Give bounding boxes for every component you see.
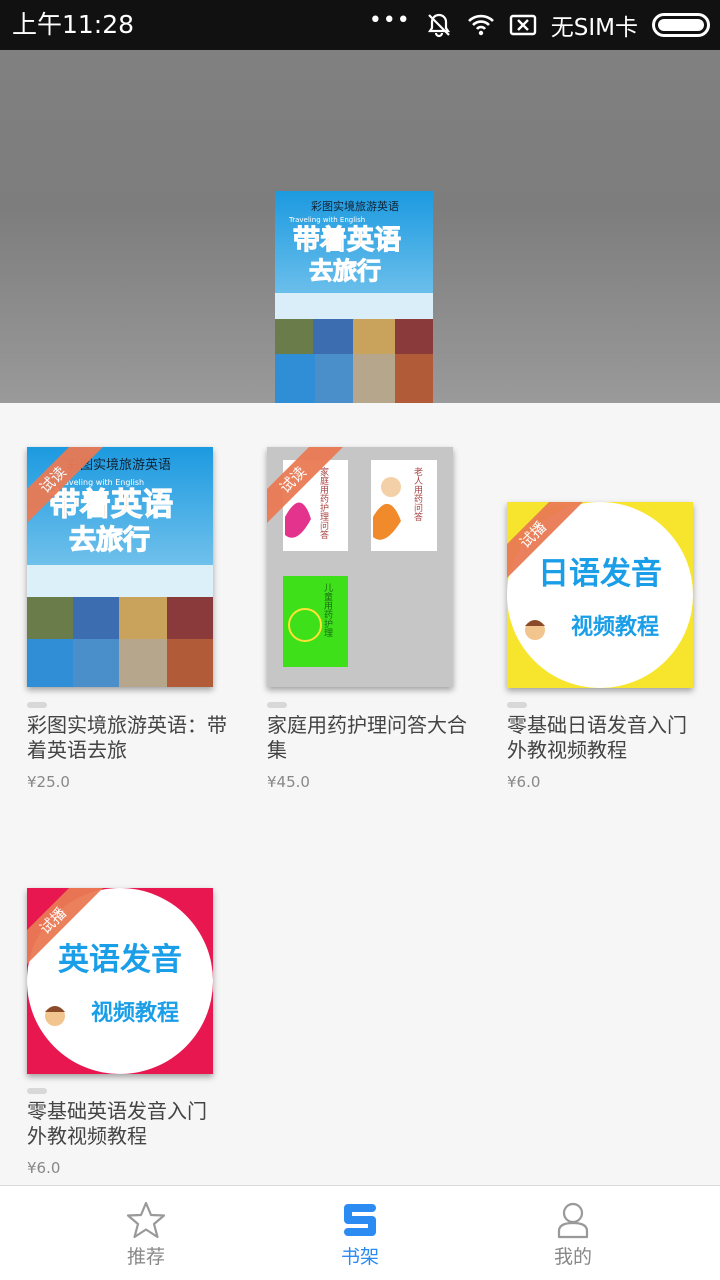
book-title: 彩图实境旅游英语：带着英语去旅 <box>27 713 227 762</box>
carrier-text: 无SIM卡 <box>550 15 638 41</box>
nav-label-recommend: 推荐 <box>126 1246 165 1268</box>
shelf-header: 彩图实境旅游英语 Traveling with English 带着英语 去旅行 <box>0 50 720 403</box>
reading-progress <box>27 702 47 708</box>
status-time: 上午11:28 <box>12 10 135 39</box>
more-dots-icon: ••• <box>368 7 411 33</box>
reading-progress <box>507 702 527 708</box>
bookshelf-icon <box>344 1204 376 1236</box>
book-cover[interactable]: 英语发音 视频教程 试播 <box>27 888 213 1074</box>
book-cover[interactable]: 日语发音 视频教程 试播 <box>507 502 693 688</box>
svg-text:儿童用药护理: 儿童用药护理 <box>322 583 333 637</box>
status-bar: 上午11:28 ••• 无SIM卡 <box>0 0 720 50</box>
bottom-nav: 推荐 书架 我的 <box>0 1185 720 1280</box>
svg-text:日语发音: 日语发音 <box>538 556 662 592</box>
nav-label-mine: 我的 <box>553 1246 592 1268</box>
bookshelf: 彩图实境旅游英语 Traveling with English 带着英语 去旅行… <box>0 403 720 1185</box>
nav-label-bookshelf: 书架 <box>340 1246 379 1268</box>
featured-book-cover[interactable]: 彩图实境旅游英语 Traveling with English 带着英语 去旅行 <box>275 191 433 403</box>
reading-progress <box>267 702 287 708</box>
svg-text:去旅行: 去旅行 <box>69 524 150 556</box>
svg-text:视频教程: 视频教程 <box>91 1000 179 1026</box>
svg-text:带着英语: 带着英语 <box>49 487 173 523</box>
nav-tab-bookshelf[interactable]: 书架 <box>300 1186 420 1280</box>
book-title: 家庭用药护理问答大合集 <box>267 713 467 762</box>
featured-subtitle: Traveling with English <box>288 216 365 224</box>
nav-tab-mine[interactable]: 我的 <box>513 1186 633 1280</box>
book-cover[interactable]: 家庭用药护理问答 老人用药问答 儿童用药护理 试读 <box>267 447 453 687</box>
book-price: ¥6.0 <box>27 1159 61 1177</box>
book-title: 零基础英语发音入门外教视频教程 <box>27 1099 207 1148</box>
no-sim-icon <box>509 14 536 36</box>
star-icon <box>126 1201 166 1239</box>
bell-off-icon <box>427 13 450 38</box>
status-icons: ••• 无SIM卡 <box>369 0 710 50</box>
book-item[interactable]: 家庭用药护理问答 老人用药问答 儿童用药护理 试读 家庭用药护理问答大合集 ¥4… <box>267 447 477 797</box>
book-item[interactable]: 英语发音 视频教程 试播 零基础英语发音入门外教视频教程 ¥6.0 <box>27 888 237 1183</box>
nav-tab-recommend[interactable]: 推荐 <box>86 1186 206 1280</box>
book-price: ¥45.0 <box>267 773 310 791</box>
book-item[interactable]: 日语发音 视频教程 试播 零基础日语发音入门外教视频教程 ¥6.0 <box>507 502 717 797</box>
svg-text:家庭用药护理问答: 家庭用药护理问答 <box>318 466 329 540</box>
featured-series: 彩图实境旅游英语 <box>311 199 399 213</box>
battery-icon <box>652 13 710 37</box>
svg-text:英语发音: 英语发音 <box>58 942 182 978</box>
book-title: 零基础日语发音入门外教视频教程 <box>507 713 687 762</box>
featured-title-2: 去旅行 <box>309 257 381 285</box>
book-item[interactable]: 彩图实境旅游英语 Traveling with English 带着英语 去旅行… <box>27 447 237 797</box>
svg-text:视频教程: 视频教程 <box>571 614 659 640</box>
wifi-icon <box>467 14 494 36</box>
reading-progress <box>27 1088 47 1094</box>
svg-text:老人用药问答: 老人用药问答 <box>412 466 423 522</box>
featured-title-1: 带着英语 <box>293 224 401 256</box>
book-price: ¥6.0 <box>507 773 541 791</box>
book-price: ¥25.0 <box>27 773 70 791</box>
book-cover[interactable]: 彩图实境旅游英语 Traveling with English 带着英语 去旅行… <box>27 447 213 687</box>
user-icon <box>557 1202 589 1239</box>
